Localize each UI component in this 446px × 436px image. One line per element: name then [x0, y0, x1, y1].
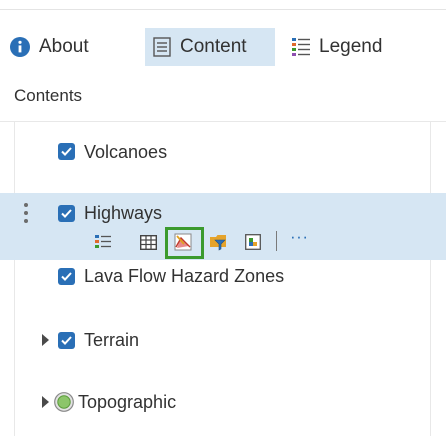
tab-about[interactable]: About — [8, 28, 130, 66]
content-list-icon — [153, 37, 171, 57]
tab-content-label: Content — [180, 36, 247, 57]
header-divider — [0, 121, 446, 122]
layer-terrain-checkbox[interactable] — [58, 332, 75, 349]
more-options-button[interactable]: ··· — [290, 227, 308, 247]
tab-about-label: About — [39, 36, 89, 57]
filter-icon[interactable] — [209, 233, 227, 251]
layer-highways-checkbox[interactable] — [58, 205, 75, 222]
info-icon — [10, 37, 30, 57]
contents-heading: Contents — [14, 86, 83, 105]
attribute-table-icon[interactable] — [139, 233, 157, 251]
expand-topographic-icon[interactable] — [42, 396, 49, 408]
show-legend-icon[interactable] — [94, 233, 112, 251]
tab-legend-label: Legend — [319, 36, 383, 57]
perform-analysis-icon[interactable] — [244, 233, 262, 251]
change-style-icon[interactable] — [174, 233, 192, 251]
layer-volcanoes-checkbox[interactable] — [58, 143, 75, 160]
legend-icon — [292, 37, 310, 57]
tab-bar: About Content Legend — [0, 14, 446, 74]
layer-terrain-label[interactable]: Terrain — [84, 330, 139, 351]
layer-lava-flow-checkbox[interactable] — [58, 268, 75, 285]
drag-handle-icon[interactable] — [24, 203, 28, 227]
panel-top-edge — [0, 0, 446, 10]
tab-legend[interactable]: Legend — [290, 28, 415, 66]
tab-content[interactable]: Content — [145, 28, 275, 66]
tree-guide-left — [14, 122, 15, 436]
layer-highways-label[interactable]: Highways — [84, 203, 162, 224]
layer-topographic-label[interactable]: Topographic — [78, 392, 176, 413]
layer-lava-flow-label[interactable]: Lava Flow Hazard Zones — [84, 266, 284, 287]
tree-guide-right — [430, 122, 431, 436]
expand-terrain-icon[interactable] — [42, 334, 49, 346]
layer-volcanoes-label[interactable]: Volcanoes — [84, 142, 167, 163]
basemap-globe-icon — [54, 392, 74, 412]
toolbar-separator — [276, 231, 277, 251]
